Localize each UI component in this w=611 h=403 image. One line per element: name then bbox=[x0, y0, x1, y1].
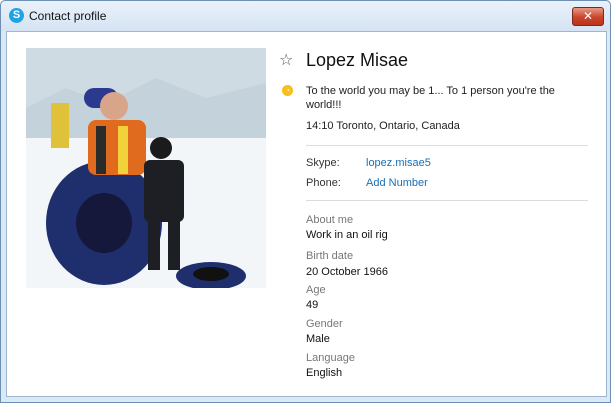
close-icon: ✕ bbox=[582, 9, 594, 23]
skype-name-link[interactable]: lopez.misae5 bbox=[366, 157, 431, 169]
gender-value: Male bbox=[306, 333, 330, 345]
contact-name: Lopez Misae bbox=[306, 50, 409, 70]
profile-photo bbox=[26, 48, 266, 288]
phone-label: Phone: bbox=[306, 177, 341, 189]
profile-photo-image bbox=[26, 48, 266, 288]
gender-label: Gender bbox=[306, 318, 343, 330]
local-time: 14:10 Toronto, Ontario, Canada bbox=[306, 120, 460, 132]
about-me-label: About me bbox=[306, 214, 354, 226]
about-me-value: Work in an oil rig bbox=[306, 229, 388, 241]
birth-date-label: Birth date bbox=[306, 250, 354, 262]
title-bar[interactable]: S Contact profile ✕ bbox=[1, 1, 610, 31]
divider bbox=[306, 145, 588, 146]
divider bbox=[306, 200, 588, 201]
age-value: 49 bbox=[306, 299, 319, 311]
clock-icon: ◔ bbox=[282, 85, 293, 96]
skype-icon: S bbox=[9, 8, 24, 23]
mood-message: To the world you may be 1... To 1 person… bbox=[306, 85, 555, 111]
birth-date-value: 20 October 1966 bbox=[306, 266, 388, 278]
language-value: English bbox=[306, 367, 343, 379]
skype-label: Skype: bbox=[306, 157, 340, 169]
favorite-star-icon[interactable]: ☆ bbox=[279, 50, 293, 70]
add-number-link[interactable]: Add Number bbox=[366, 177, 428, 189]
language-label: Language bbox=[306, 352, 355, 364]
contact-profile-window: S Contact profile ✕ ☆ Lopez Misae ◔ To t… bbox=[0, 0, 611, 403]
window-title: Contact profile bbox=[29, 9, 107, 23]
close-button[interactable]: ✕ bbox=[572, 7, 604, 26]
profile-panel: ☆ Lopez Misae ◔ To the world you may be … bbox=[6, 31, 607, 397]
age-label: Age bbox=[306, 284, 326, 296]
